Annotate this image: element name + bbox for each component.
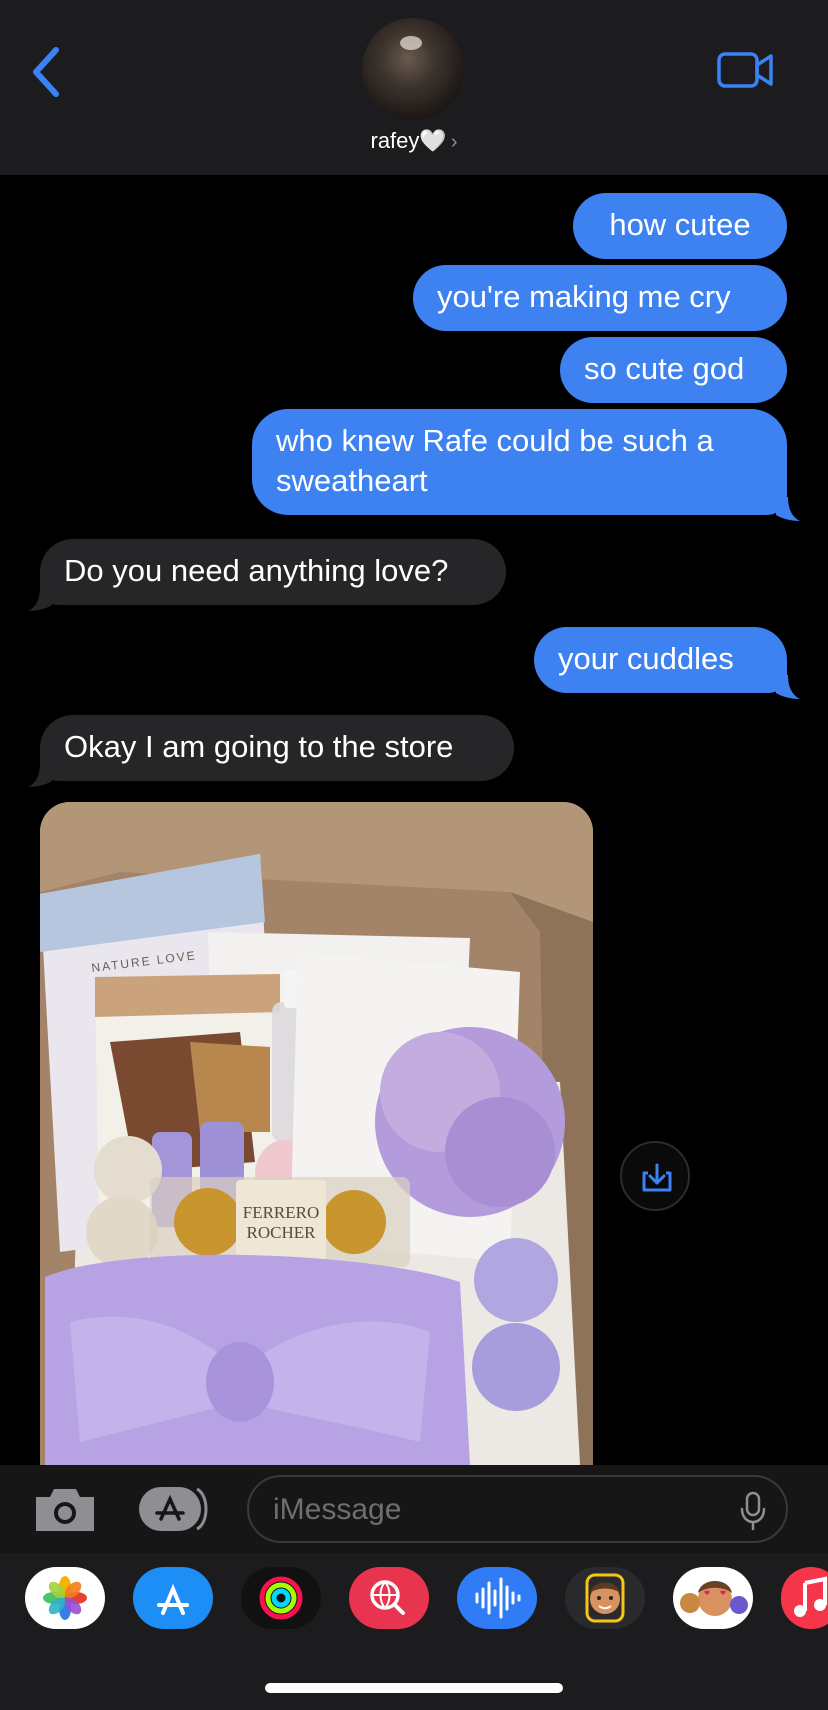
activity-app-icon[interactable]: [241, 1567, 321, 1629]
microphone-icon: [740, 1491, 766, 1531]
bubble-tail: [776, 675, 800, 699]
avatar-highlight: [400, 36, 422, 50]
apps-button[interactable]: [137, 1483, 213, 1535]
memoji-face-icon: [585, 1573, 625, 1623]
globe-search-icon: [370, 1580, 405, 1615]
camera-icon: [36, 1489, 94, 1531]
waveform-icon: [475, 1577, 521, 1619]
sent-message-bubble[interactable]: how cutee: [573, 193, 787, 259]
camera-button[interactable]: [32, 1483, 98, 1535]
sent-message-bubble[interactable]: so cute god: [560, 337, 787, 403]
bubble-tail: [28, 763, 52, 787]
chevron-right-icon: ›: [450, 131, 458, 153]
message-input[interactable]: iMessage: [247, 1475, 788, 1543]
message-text: how cutee: [609, 207, 751, 242]
sent-message-bubble[interactable]: your cuddles: [534, 627, 787, 693]
message-text-line: sweatheart: [276, 463, 428, 498]
dictation-button[interactable]: [740, 1491, 766, 1531]
memoji-sticker-icon: [680, 1581, 748, 1616]
conversation-header: rafey🤍 ›: [0, 0, 828, 175]
app-store-glyph-icon: [157, 1583, 189, 1615]
message-text-line: who knew Rafe could be such a: [276, 423, 714, 458]
audio-message-app-icon[interactable]: [457, 1567, 537, 1629]
message-list[interactable]: how cutee you're making me cry so cute g…: [0, 175, 828, 1465]
bubble-tail: [776, 497, 800, 521]
memoji-stickers-app-icon[interactable]: [673, 1567, 753, 1629]
contact-avatar[interactable]: [362, 18, 464, 120]
back-button[interactable]: [28, 42, 68, 102]
received-message-bubble[interactable]: Do you need anything love?: [40, 539, 506, 605]
video-camera-icon: [717, 52, 773, 88]
app-store-icon: [139, 1487, 208, 1531]
message-text: so cute god: [584, 351, 745, 386]
images-search-app-icon[interactable]: [349, 1567, 429, 1629]
message-text: your cuddles: [558, 641, 734, 676]
memoji-app-icon[interactable]: [565, 1567, 645, 1629]
music-note-icon: [794, 1576, 827, 1617]
music-app-icon[interactable]: [781, 1567, 828, 1629]
message-text: you're making me cry: [437, 279, 731, 314]
contact-name: rafey🤍: [370, 128, 447, 153]
photos-app-icon[interactable]: [25, 1567, 105, 1629]
photo-attachment[interactable]: NATURE LOVE FERRERO ROCHER: [40, 802, 593, 1465]
brand-label: ROCHER: [247, 1223, 317, 1242]
brand-label: FERRERO: [243, 1203, 320, 1222]
bubble-tail: [28, 587, 52, 611]
home-indicator[interactable]: [265, 1683, 563, 1693]
activity-rings-icon: [259, 1576, 303, 1620]
gift-box-photo: NATURE LOVE FERRERO ROCHER: [40, 802, 593, 1465]
contact-name-row[interactable]: rafey🤍 ›: [0, 128, 828, 154]
app-store-app-icon[interactable]: [133, 1567, 213, 1629]
save-photo-button[interactable]: [620, 1141, 690, 1211]
message-text: Okay I am going to the store: [64, 729, 454, 764]
download-icon: [642, 1163, 672, 1192]
message-input-placeholder: iMessage: [273, 1493, 402, 1526]
sent-message-bubble[interactable]: who knew Rafe could be such a sweatheart: [252, 409, 787, 515]
sent-message-bubble[interactable]: you're making me cry: [413, 265, 787, 331]
compose-bar: iMessage: [0, 1465, 828, 1553]
facetime-button[interactable]: [716, 50, 776, 90]
message-text: Do you need anything love?: [64, 553, 449, 588]
received-message-bubble[interactable]: Okay I am going to the store: [40, 715, 514, 781]
photos-flower-icon: [43, 1576, 87, 1620]
chevron-left-icon: [33, 47, 59, 97]
